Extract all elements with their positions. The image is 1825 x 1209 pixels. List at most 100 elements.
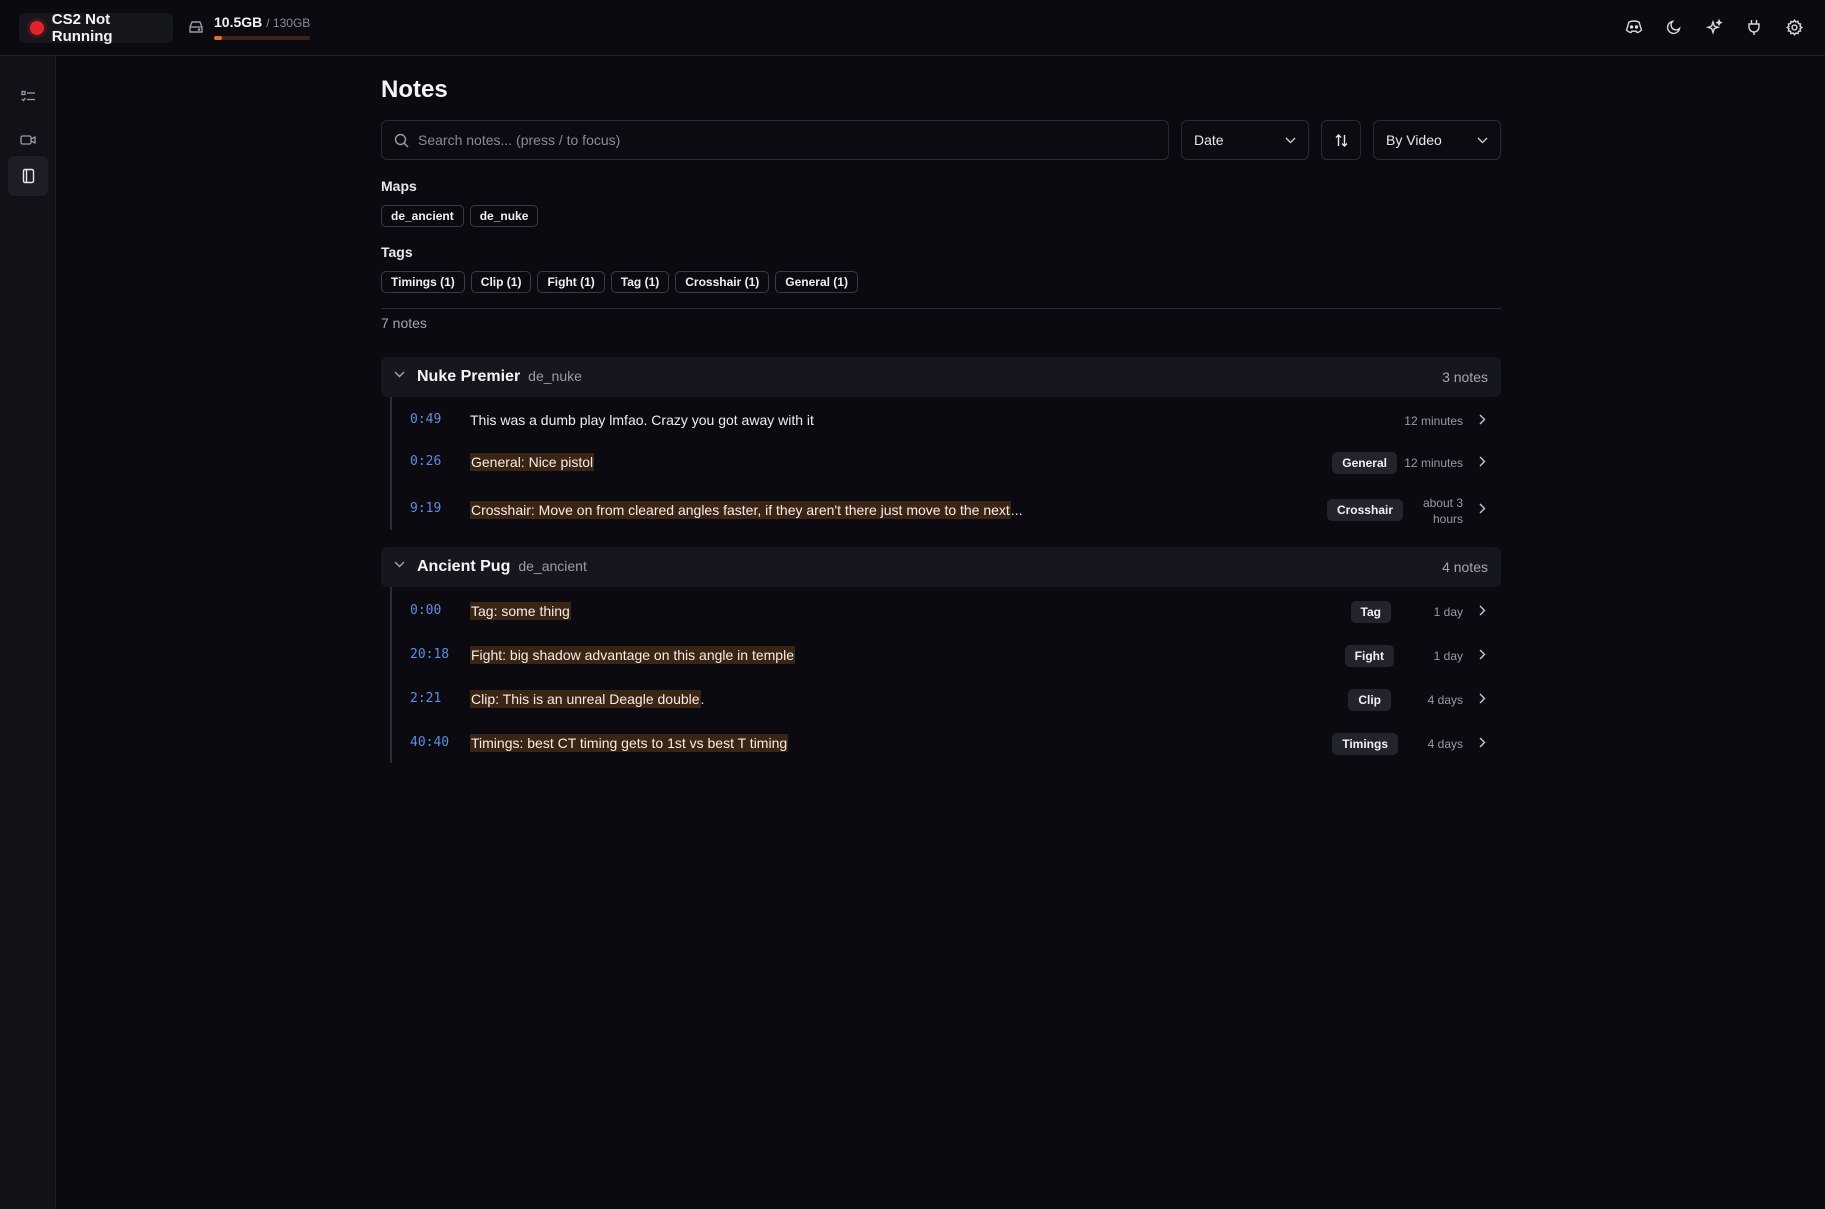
note-tag-badge: Tag xyxy=(1350,601,1391,623)
chevron-right-icon xyxy=(1479,414,1486,425)
disk-usage: 10.5GB / 130GB xyxy=(188,14,310,40)
note-timestamp[interactable]: 0:00 xyxy=(410,603,441,618)
disk-usage-fill xyxy=(214,36,222,40)
sidebar-item-videos[interactable] xyxy=(8,120,48,160)
search-icon xyxy=(394,133,409,147)
map-chip[interactable]: de_nuke xyxy=(469,205,539,227)
status-dot xyxy=(30,21,44,35)
note-row[interactable]: 0:26 General: Nice pistol General 12 min… xyxy=(392,441,1503,485)
group-note-count: 3 notes xyxy=(1442,369,1488,385)
video-map: de_ancient xyxy=(518,558,587,574)
chevron-right-icon xyxy=(1479,693,1486,704)
tag-chip[interactable]: Clip (1) xyxy=(470,271,532,293)
sort-field-value: Date xyxy=(1194,132,1224,148)
status-text: CS2 Not Running xyxy=(51,11,113,45)
sort-field-select[interactable]: Date xyxy=(1181,120,1309,160)
map-filter-chips: de_ancient de_nuke xyxy=(381,205,539,227)
note-text: Tag: some thing xyxy=(470,602,571,620)
video-group-header[interactable]: Nuke Premier de_nuke 3 notes xyxy=(381,357,1501,397)
video-group-notes: 0:00 Tag: some thing Tag 1 day 20:18 Fig… xyxy=(390,587,1501,763)
video-title: Ancient Pug de_ancient xyxy=(417,558,587,575)
note-timestamp[interactable]: 20:18 xyxy=(410,647,449,662)
sidebar-item-list[interactable] xyxy=(8,76,48,116)
page-title: Notes xyxy=(381,76,448,103)
moon-icon[interactable] xyxy=(1665,16,1683,38)
note-row[interactable]: 0:49 This was a dumb play lmfao. Crazy y… xyxy=(392,397,1503,441)
chevron-right-icon xyxy=(1479,649,1486,660)
video-icon xyxy=(20,135,36,145)
notebook-icon xyxy=(22,168,34,184)
note-row[interactable]: 2:21 Clip: This is an unreal Deagle doub… xyxy=(392,675,1503,719)
note-text: General: Nice pistol xyxy=(470,453,595,471)
gear-icon[interactable] xyxy=(1785,16,1803,38)
list-icon xyxy=(20,90,35,101)
tag-chip[interactable]: General (1) xyxy=(775,271,858,293)
note-time: about 3 hours xyxy=(1422,496,1463,526)
top-bar: CS2 Not Running 10.5GB / 130GB xyxy=(0,0,1825,56)
chevron-right-icon xyxy=(1479,456,1486,467)
video-group-header[interactable]: Ancient Pug de_ancient 4 notes xyxy=(381,547,1501,587)
note-time: 12 minutes xyxy=(1404,414,1463,428)
note-time: 12 minutes xyxy=(1404,456,1463,470)
tag-chip[interactable]: Timings (1) xyxy=(381,271,465,293)
note-timestamp[interactable]: 0:49 xyxy=(410,412,441,427)
sidebar xyxy=(0,56,56,1209)
note-time: 4 days xyxy=(1427,693,1463,707)
sparkles-icon[interactable] xyxy=(1705,16,1723,38)
sidebar-item-notes[interactable] xyxy=(8,156,48,196)
note-text: This was a dumb play lmfao. Crazy you go… xyxy=(470,412,814,428)
search-box[interactable] xyxy=(381,120,1169,160)
chevron-down-icon xyxy=(394,371,405,378)
note-text: Crosshair: Move on from cleared angles f… xyxy=(470,501,1023,519)
chevron-right-icon xyxy=(1479,737,1486,748)
note-tag-badge: Timings xyxy=(1332,733,1398,755)
hard-drive-icon xyxy=(189,21,203,33)
tag-chip[interactable]: Crosshair (1) xyxy=(675,271,770,293)
note-tag-badge: Fight xyxy=(1344,645,1394,667)
search-input[interactable] xyxy=(418,132,1138,148)
chevron-down-icon xyxy=(394,561,405,568)
maps-label: Maps xyxy=(381,178,417,194)
discord-icon[interactable] xyxy=(1625,16,1643,38)
video-map: de_nuke xyxy=(528,368,582,384)
note-text: Clip: This is an unreal Deagle double. xyxy=(470,690,705,708)
group-by-value: By Video xyxy=(1386,132,1442,148)
chevron-down-icon xyxy=(1477,137,1488,143)
note-tag-badge: Crosshair xyxy=(1326,499,1403,521)
group-note-count: 4 notes xyxy=(1442,559,1488,575)
chevron-right-icon xyxy=(1479,605,1486,616)
tag-chip[interactable]: Fight (1) xyxy=(537,271,605,293)
plug-icon[interactable] xyxy=(1745,16,1763,38)
game-status-indicator[interactable]: CS2 Not Running xyxy=(19,11,173,45)
chevron-down-icon xyxy=(1285,137,1296,143)
note-row[interactable]: 0:00 Tag: some thing Tag 1 day xyxy=(392,587,1503,631)
note-row[interactable]: 9:19 Crosshair: Move on from cleared ang… xyxy=(392,485,1503,530)
note-timestamp[interactable]: 2:21 xyxy=(410,691,441,706)
chevron-right-icon xyxy=(1479,503,1486,514)
note-time: 4 days xyxy=(1427,737,1463,751)
notes-count: 7 notes xyxy=(381,315,427,331)
note-time: 1 day xyxy=(1433,605,1463,619)
note-tag-badge: General xyxy=(1332,452,1397,474)
disk-usage-bar xyxy=(214,36,310,40)
divider xyxy=(381,308,1501,309)
note-time: 1 day xyxy=(1433,649,1463,663)
tag-chip[interactable]: Tag (1) xyxy=(610,271,670,293)
group-by-select[interactable]: By Video xyxy=(1373,120,1501,160)
note-row[interactable]: 40:40 Timings: best CT timing gets to 1s… xyxy=(392,719,1503,763)
note-timestamp[interactable]: 0:26 xyxy=(410,454,441,469)
note-timestamp[interactable]: 40:40 xyxy=(410,735,449,750)
sort-direction-button[interactable] xyxy=(1321,120,1361,160)
map-chip[interactable]: de_ancient xyxy=(381,205,464,227)
tag-filter-chips: Timings (1) Clip (1) Fight (1) Tag (1) C… xyxy=(381,271,858,293)
sort-arrows-icon xyxy=(1335,133,1347,147)
disk-used: 10.5GB xyxy=(214,14,263,30)
note-text: Fight: big shadow advantage on this angl… xyxy=(470,646,795,664)
disk-total: / 130GB xyxy=(266,16,311,30)
note-timestamp[interactable]: 9:19 xyxy=(410,501,441,516)
video-title: Nuke Premier de_nuke xyxy=(417,368,582,385)
video-group-notes: 0:49 This was a dumb play lmfao. Crazy y… xyxy=(390,397,1501,530)
note-text: Timings: best CT timing gets to 1st vs b… xyxy=(470,734,789,752)
note-row[interactable]: 20:18 Fight: big shadow advantage on thi… xyxy=(392,631,1503,675)
tags-label: Tags xyxy=(381,244,413,260)
